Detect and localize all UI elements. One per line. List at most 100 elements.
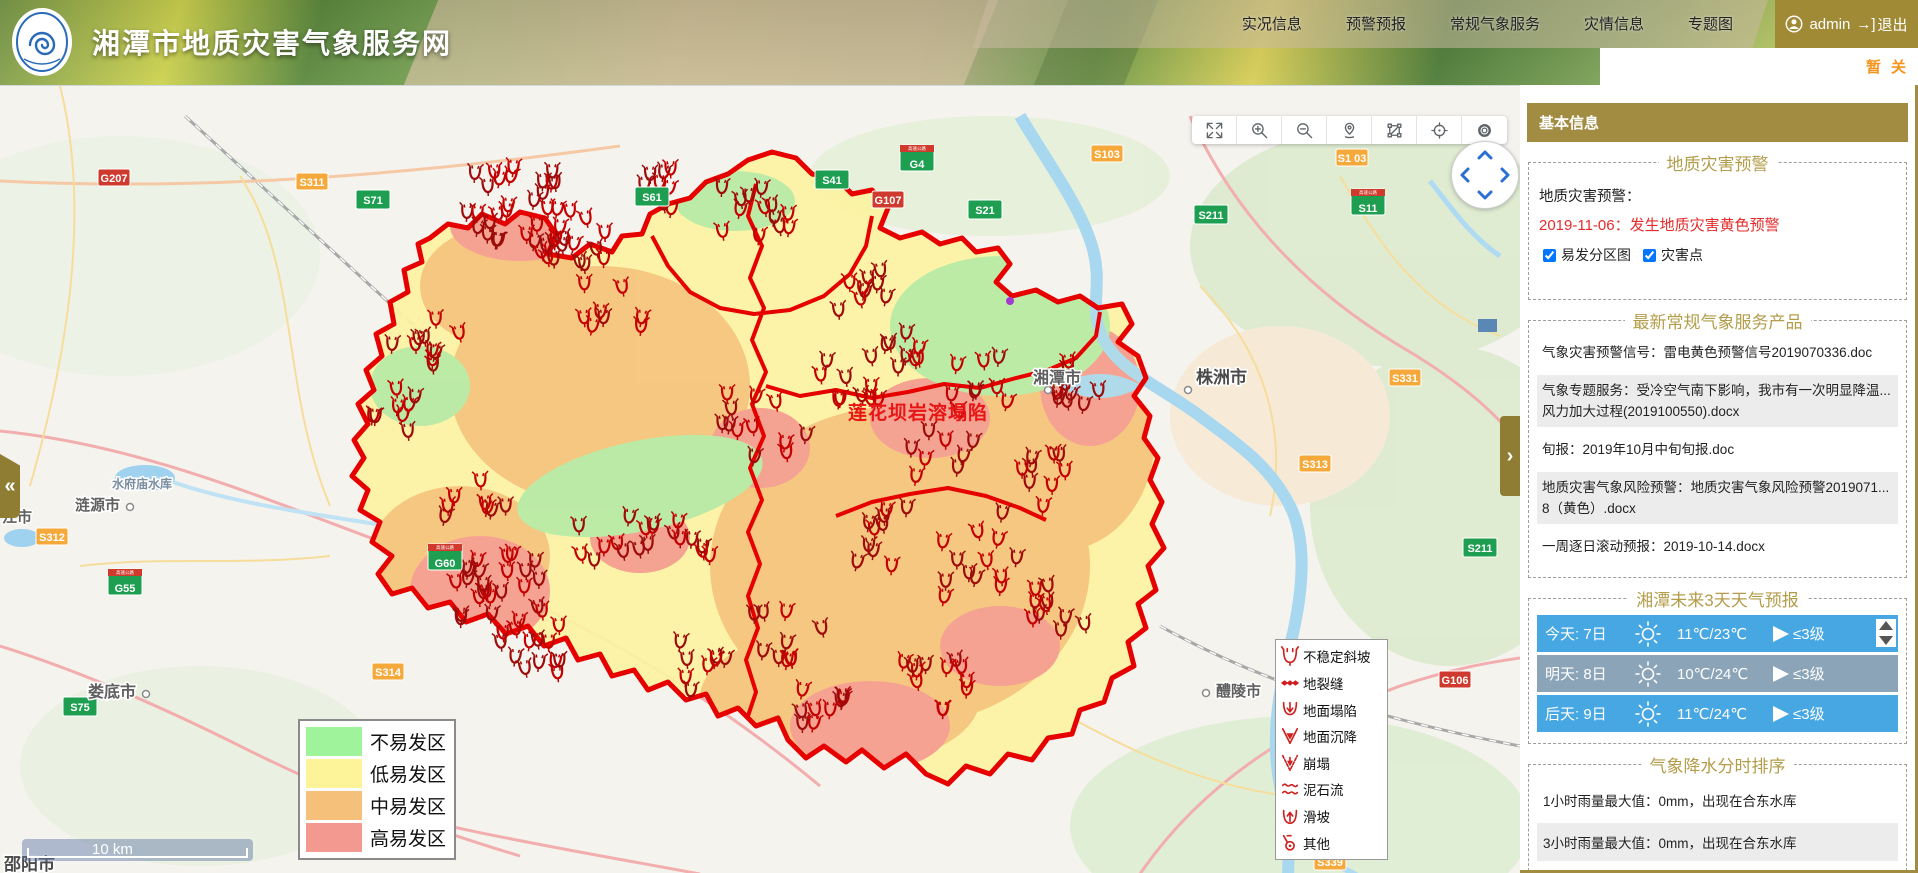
svg-text:S1 03: S1 03: [1338, 153, 1367, 165]
disaster-point-marker[interactable]: [596, 223, 613, 243]
user-icon: [1785, 15, 1803, 33]
legend-row: 不稳定斜坡: [1280, 646, 1383, 666]
panel-title: 地质灾害预警: [1659, 150, 1777, 175]
landslide-icon: [1280, 806, 1300, 826]
svg-text:高速公路: 高速公路: [116, 569, 134, 576]
disaster-points-checkbox[interactable]: [1643, 249, 1656, 262]
nav-item-disaster-info[interactable]: 灾情信息: [1584, 13, 1644, 34]
svg-text:S21: S21: [975, 205, 995, 217]
road-shield: S313: [1299, 455, 1331, 472]
legend-row: 滑坡: [1280, 806, 1383, 826]
unstable-slope-icon: [1280, 646, 1300, 666]
product-item[interactable]: 旬报：2019年10月中旬旬报.doc: [1537, 434, 1898, 465]
rain-item: 1小时雨量最大值：0mm，出现在合东水库: [1537, 781, 1898, 819]
user-box: admin →]退出: [1775, 0, 1918, 48]
road-shield: G207: [98, 169, 130, 186]
svg-text:G207: G207: [101, 173, 128, 185]
product-item[interactable]: 一周逐日滚动预报：2019-10-14.docx: [1537, 531, 1898, 562]
disaster-point-marker[interactable]: [466, 163, 483, 183]
fullscreen-button[interactable]: [1192, 116, 1237, 144]
forecast-scroll-arrows: [1876, 619, 1896, 647]
target-button[interactable]: [1417, 116, 1462, 144]
wind-icon: [1773, 706, 1789, 722]
banner-white-strip: 暂关: [1600, 48, 1918, 85]
svg-text:S211: S211: [1198, 210, 1223, 222]
disaster-point-marker[interactable]: [506, 647, 524, 668]
legend-swatch: [306, 759, 362, 788]
forecast-row-day-after: 后天: 9日 11℃/24℃ ≤3级: [1537, 695, 1898, 732]
scale-label: 10 km: [92, 841, 133, 858]
scroll-down-arrow[interactable]: [1879, 636, 1893, 645]
nav-item-live-info[interactable]: 实况信息: [1242, 13, 1302, 34]
city-label: 娄底市: [88, 682, 136, 701]
product-item[interactable]: 地质灾害气象风险预警：地质灾害气象风险预警2019071...8（黄色）.doc…: [1537, 472, 1898, 524]
road-shield: G107: [872, 191, 904, 208]
ground-subsidence-icon: [1280, 726, 1300, 746]
city-label: 湘潭市: [1033, 368, 1081, 387]
legend-row: 地面沉降: [1280, 726, 1383, 746]
rainfall-ranking-panel: 气象降水分时排序 1小时雨量最大值：0mm，出现在合东水库 3小时雨量最大值：0…: [1528, 752, 1907, 873]
logout-icon: →]: [1856, 16, 1875, 33]
svg-text:G4: G4: [910, 159, 926, 171]
disaster-point-marker[interactable]: [530, 652, 548, 673]
svg-text:S311: S311: [299, 177, 324, 189]
locate-pin-button[interactable]: [1327, 116, 1372, 144]
svg-text:G107: G107: [875, 195, 902, 207]
ground-fissure-icon: [1280, 673, 1300, 693]
road-shield: S311: [296, 173, 328, 190]
legend-row: 其他: [1280, 833, 1383, 853]
expand-right-panel-button[interactable]: ›: [1500, 416, 1520, 496]
zoom-out-button[interactable]: [1282, 116, 1327, 144]
road-shield: S314: [372, 663, 404, 680]
polygon-select-button[interactable]: [1372, 116, 1417, 144]
panel-title: 湘潭未来3天天气预报: [1628, 586, 1806, 611]
nav-item-thematic-map[interactable]: 专题图: [1688, 13, 1733, 34]
svg-text:S211: S211: [1467, 543, 1492, 555]
nav-item-regular-weather-service[interactable]: 常规气象服务: [1450, 13, 1540, 34]
sun-icon: [1633, 619, 1663, 649]
pan-down-icon: [1479, 192, 1491, 198]
disaster-point-marker[interactable]: [576, 208, 596, 230]
checkbox-disaster-points[interactable]: 灾害点: [1639, 245, 1703, 265]
site-logo: [10, 7, 74, 78]
forecast-row-tomorrow: 明天: 8日 10℃/24℃ ≤3级: [1537, 655, 1898, 692]
info-sidebar: 基本信息 地质灾害预警 地质灾害预警： 2019-11-06：发生地质灾害黄色预…: [1520, 85, 1918, 873]
warning-label: 地质灾害预警：: [1539, 185, 1898, 206]
zoom-in-button[interactable]: [1237, 116, 1282, 144]
site-title: 湘潭市地质灾害气象服务网: [92, 22, 452, 62]
nav-item-warning-forecast[interactable]: 预警预报: [1346, 13, 1406, 34]
svg-text:高速公路: 高速公路: [1359, 189, 1377, 196]
disaster-symbol-legend: 不稳定斜坡 地裂缝 地面塌陷 地面沉降 崩塌 泥石流 滑坡 其他: [1275, 639, 1388, 860]
susceptibility-map-checkbox[interactable]: [1543, 249, 1556, 262]
pan-control[interactable]: [1451, 141, 1519, 209]
checkbox-susceptibility-map[interactable]: 易发分区图: [1539, 245, 1631, 265]
svg-text:S312: S312: [39, 532, 65, 544]
username[interactable]: admin: [1809, 16, 1850, 33]
logout-button[interactable]: →]退出: [1856, 14, 1907, 35]
top-banner: 湘潭市地质灾害气象服务网 实况信息 预警预报 常规气象服务 灾情信息 专题图 a…: [0, 0, 1918, 85]
road-shield: S71: [356, 190, 390, 209]
sun-icon: [1633, 699, 1663, 729]
sidebar-header: 基本信息: [1527, 103, 1908, 142]
sun-icon: [1633, 659, 1663, 689]
legend-swatch: [306, 727, 362, 756]
map-canvas[interactable]: G207S311S71S61S41G107高速公路G4S103S1 03S211…: [0, 85, 1520, 873]
city-dot: [127, 504, 134, 511]
panel-title: 最新常规气象服务产品: [1625, 308, 1811, 333]
disaster-point-marker[interactable]: [479, 177, 496, 197]
settings-gear-button[interactable]: [1462, 116, 1507, 144]
legend-row: 高易发区: [306, 823, 448, 852]
product-item[interactable]: 气象灾害预警信号：雷电黄色预警信号2019070336.doc: [1537, 337, 1898, 368]
karst-collapse-label: 莲花坝岩溶塌陷: [848, 401, 988, 424]
legend-row: 低易发区: [306, 759, 448, 788]
product-item[interactable]: 气象专题服务：受冷空气南下影响，我市有一次明显降温...风力加大过程(20191…: [1537, 375, 1898, 427]
scroll-up-arrow[interactable]: [1879, 621, 1893, 630]
road-shield: 高速公路G4: [900, 145, 934, 171]
city-label: 醴陵市: [1216, 682, 1261, 700]
road-shield: G106: [1439, 671, 1471, 688]
legend-row: 崩塌: [1280, 753, 1383, 773]
svg-text:S61: S61: [642, 192, 662, 204]
legend-swatch: [306, 791, 362, 820]
svg-text:G60: G60: [435, 558, 456, 570]
legend-row: 中易发区: [306, 791, 448, 820]
